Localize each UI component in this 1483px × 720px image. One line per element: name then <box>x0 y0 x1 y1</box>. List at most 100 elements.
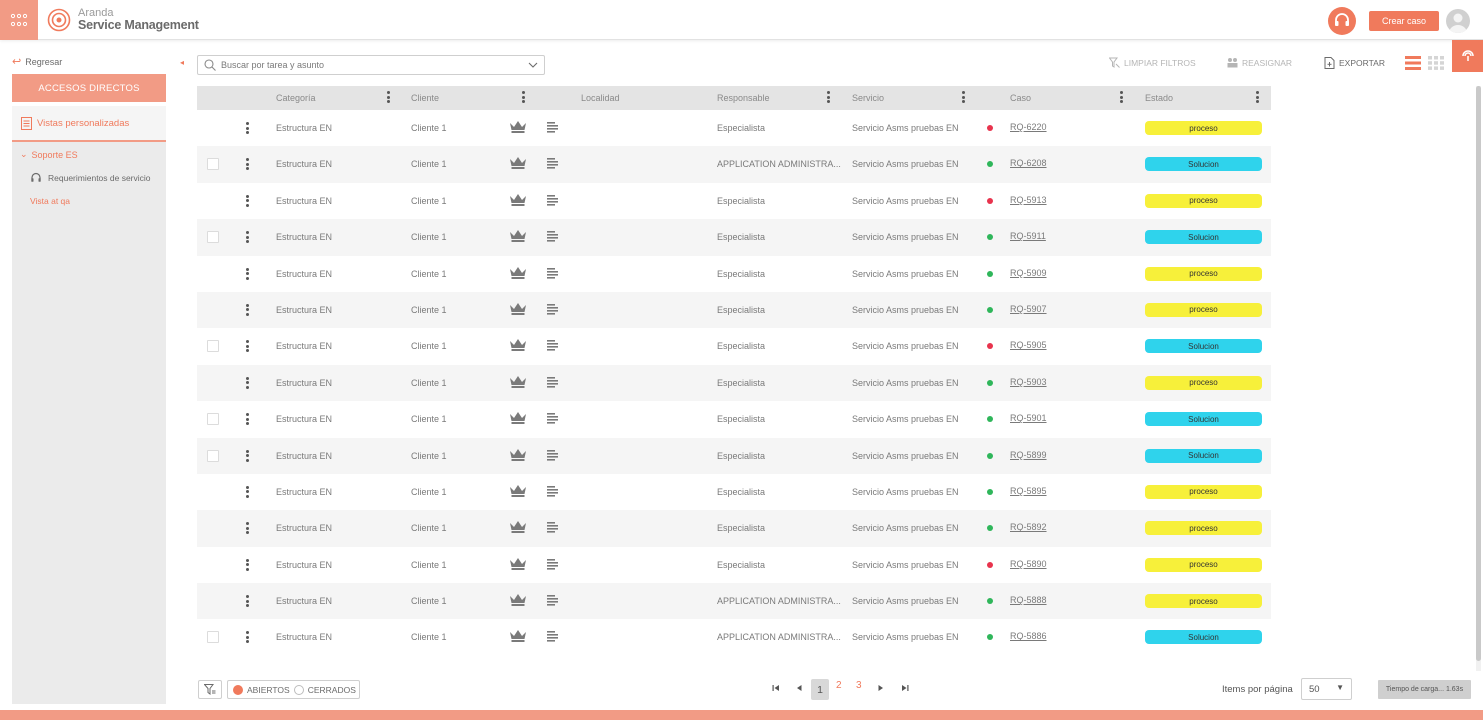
case-link[interactable]: RQ-6208 <box>1010 158 1047 168</box>
row-menu-icon[interactable] <box>246 194 249 209</box>
row-menu-icon[interactable] <box>246 158 249 172</box>
items-per-page-select[interactable]: 50 ▼ <box>1301 678 1352 700</box>
user-avatar[interactable] <box>1446 9 1470 33</box>
case-link[interactable]: RQ-5903 <box>1010 377 1047 387</box>
list-view-icon[interactable] <box>1405 56 1421 70</box>
page-button-current[interactable]: 1 <box>811 679 829 700</box>
case-link[interactable]: RQ-5913 <box>1010 195 1047 205</box>
details-icon[interactable] <box>547 158 559 169</box>
last-page-icon[interactable] <box>901 684 909 692</box>
table-row[interactable]: Estructura EN Cliente 1 APPLICATION ADMINI… <box>197 146 1271 183</box>
details-icon[interactable] <box>547 413 559 424</box>
chevron-down-icon[interactable] <box>528 60 538 70</box>
table-row[interactable]: Estructura EN Cliente 1 Especialista Servic… <box>197 401 1271 437</box>
case-link[interactable]: RQ-5886 <box>1010 631 1047 641</box>
table-row[interactable]: Estructura EN Cliente 1 Especialista Servic… <box>197 183 1271 219</box>
apps-menu-button[interactable] <box>0 0 38 40</box>
case-link[interactable]: RQ-5909 <box>1010 268 1047 278</box>
table-row[interactable]: Estructura EN Cliente 1 Especialista Servic… <box>197 437 1271 474</box>
row-menu-icon[interactable] <box>246 522 249 536</box>
table-row[interactable]: Estructura EN Cliente 1 APPLICATION ADMINI… <box>197 619 1271 655</box>
case-link[interactable]: RQ-5905 <box>1010 340 1047 350</box>
page-button[interactable]: 3 <box>856 680 862 691</box>
table-row[interactable]: Estructura EN Cliente 1 Especialista Servic… <box>197 547 1271 583</box>
open-radio[interactable] <box>233 684 243 695</box>
details-icon[interactable] <box>547 340 559 351</box>
table-row[interactable]: Estructura EN Cliente 1 Especialista Servic… <box>197 219 1271 256</box>
row-menu-icon[interactable] <box>246 595 249 609</box>
table-row[interactable]: Estructura EN Cliente 1 Especialista Servic… <box>197 256 1271 292</box>
row-checkbox[interactable] <box>207 340 219 353</box>
next-page-icon[interactable] <box>878 684 884 692</box>
case-link[interactable]: RQ-5888 <box>1010 595 1047 605</box>
search-box[interactable] <box>197 55 545 75</box>
details-icon[interactable] <box>547 122 559 133</box>
case-link[interactable]: RQ-5895 <box>1010 486 1047 496</box>
details-icon[interactable] <box>547 485 559 497</box>
table-row[interactable]: Estructura EN Cliente 1 APPLICATION ADMINI… <box>197 583 1271 620</box>
column-menu-icon[interactable] <box>1256 91 1260 105</box>
row-menu-icon[interactable] <box>246 122 249 136</box>
support-button[interactable] <box>1328 7 1356 35</box>
column-header-categoria[interactable]: Categoría <box>276 93 316 103</box>
column-header-localidad[interactable]: Localidad <box>581 93 620 103</box>
case-link[interactable]: RQ-6220 <box>1010 122 1047 132</box>
row-checkbox[interactable] <box>207 231 219 244</box>
export-button[interactable]: EXPORTAR <box>1324 57 1385 69</box>
reassign-button[interactable]: REASIGNAR <box>1227 57 1292 68</box>
details-icon[interactable] <box>547 194 559 206</box>
table-row[interactable]: Estructura EN Cliente 1 Especialista Servic… <box>197 328 1271 364</box>
table-row[interactable]: Estructura EN Cliente 1 Especialista Servic… <box>197 110 1271 146</box>
row-menu-icon[interactable] <box>246 376 249 391</box>
grid-view-icon[interactable] <box>1428 56 1444 70</box>
row-checkbox[interactable] <box>207 631 219 644</box>
row-checkbox[interactable] <box>207 158 219 171</box>
sidebar-view-link[interactable]: Vista at qa <box>30 196 70 206</box>
row-menu-icon[interactable] <box>246 267 249 282</box>
row-checkbox[interactable] <box>207 449 219 462</box>
row-menu-icon[interactable] <box>246 303 249 318</box>
case-link[interactable]: RQ-5899 <box>1010 450 1047 460</box>
details-icon[interactable] <box>547 267 559 279</box>
scrollbar-thumb[interactable] <box>1476 86 1481 661</box>
open-label[interactable]: ABIERTOS <box>247 685 290 695</box>
column-header-estado[interactable]: Estado <box>1145 93 1173 103</box>
custom-views-item[interactable]: Vistas personalizadas <box>12 106 166 142</box>
column-menu-icon[interactable] <box>387 91 391 105</box>
collapse-sidebar-icon[interactable]: ◂ <box>176 57 188 69</box>
filter-button[interactable] <box>198 680 222 699</box>
column-menu-icon[interactable] <box>962 91 966 105</box>
search-input[interactable] <box>221 60 521 70</box>
column-header-cliente[interactable]: Cliente <box>411 93 439 103</box>
case-link[interactable]: RQ-5892 <box>1010 522 1047 532</box>
page-button[interactable]: 2 <box>836 680 842 691</box>
assistant-tab[interactable] <box>1452 40 1483 72</box>
sidebar-group-soporte[interactable]: ⌄ Soporte ES <box>20 149 78 160</box>
details-icon[interactable] <box>547 595 559 606</box>
shortcuts-header[interactable]: ACCESOS DIRECTOS <box>12 74 166 102</box>
clear-filters-button[interactable]: LIMPIAR FILTROS <box>1109 57 1196 68</box>
case-link[interactable]: RQ-5907 <box>1010 304 1047 314</box>
sidebar-item-requerimientos[interactable]: Requerimientos de servicio <box>30 172 151 184</box>
row-menu-icon[interactable] <box>246 485 249 500</box>
row-menu-icon[interactable] <box>246 631 249 645</box>
row-checkbox[interactable] <box>207 413 219 426</box>
row-menu-icon[interactable] <box>246 413 249 427</box>
row-menu-icon[interactable] <box>246 231 249 245</box>
case-link[interactable]: RQ-5901 <box>1010 413 1047 423</box>
details-icon[interactable] <box>547 449 559 461</box>
table-row[interactable]: Estructura EN Cliente 1 Especialista Servic… <box>197 474 1271 510</box>
prev-page-icon[interactable] <box>796 684 802 692</box>
column-header-responsable[interactable]: Responsable <box>717 93 770 103</box>
table-row[interactable]: Estructura EN Cliente 1 Especialista Servic… <box>197 510 1271 547</box>
details-icon[interactable] <box>547 303 559 315</box>
first-page-icon[interactable] <box>772 684 780 692</box>
row-menu-icon[interactable] <box>246 449 249 464</box>
row-menu-icon[interactable] <box>246 558 249 573</box>
details-icon[interactable] <box>547 231 559 242</box>
column-header-caso[interactable]: Caso <box>1010 93 1031 103</box>
row-menu-icon[interactable] <box>246 340 249 354</box>
case-link[interactable]: RQ-5911 <box>1010 231 1046 241</box>
closed-radio[interactable] <box>293 684 304 695</box>
details-icon[interactable] <box>547 522 559 533</box>
